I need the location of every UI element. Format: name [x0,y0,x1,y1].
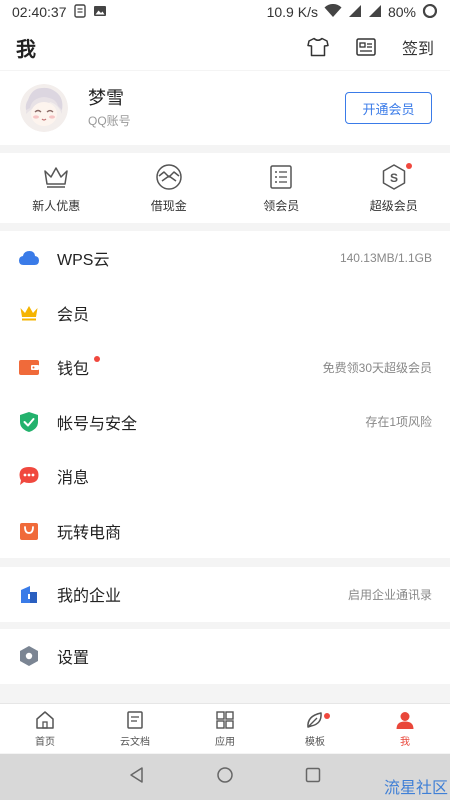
menu-item-value: 启用企业通讯录 [347,587,432,602]
status-time: 02:40:37 [12,4,67,20]
nav-item-label: 模板 [305,737,325,748]
quick-item-super-vip[interactable]: S 超级会员 [338,153,450,223]
chat-bubble-icon [18,465,40,487]
menu-item-label: 玩转电商 [57,524,122,542]
quick-item-get-vip[interactable]: 领会员 [225,153,338,223]
profile-card[interactable]: 梦雪 QQ账号 开通会员 [0,71,450,145]
menu-item-my-enterprise[interactable]: 我的企业 启用企业通讯录 [0,567,450,622]
quick-item-label: 领会员 [263,198,300,213]
quick-item-label: 借现金 [150,198,187,213]
battery-level: 80% [387,4,416,20]
wifi-icon [324,3,342,21]
menu-item-wps-cloud[interactable]: WPS云 140.13MB/1.1GB [0,231,450,286]
menu-item-label: 设置 [57,650,90,668]
menu-item-label: 会员 [57,306,90,324]
wallet-icon [18,356,40,378]
network-speed: 10.9 K/s [266,4,318,20]
system-nav-bar [0,754,450,800]
nav-item-label: 我 [400,737,410,748]
page-title: 我 [16,38,36,61]
recents-icon[interactable] [304,766,322,789]
quick-item-label: 新人优惠 [32,198,81,213]
menu-item-ecommerce[interactable]: 玩转电商 [0,504,450,559]
bottom-nav: 首页 云文档 应用 模板 我 [0,703,450,753]
menu-item-value: 存在1项风险 [365,415,432,430]
menu-item-vip[interactable]: 会员 [0,286,450,341]
nav-item-apps[interactable]: 应用 [180,704,270,753]
document-icon [124,709,146,731]
menu-item-value: 140.13MB/1.1GB [339,251,432,266]
skin-tshirt-icon[interactable] [306,35,330,59]
username: 梦雪 [88,88,124,108]
notification-dot [94,356,100,363]
menu-item-account-security[interactable]: 帐号与安全 存在1项风险 [0,395,450,450]
menu-item-wallet[interactable]: 钱包 免费领30天超级会员 [0,340,450,395]
checkin-button[interactable]: 签到 [402,35,434,59]
battery-icon [422,3,438,22]
home-circle-icon[interactable] [216,766,234,789]
menu-group-settings: 设置 [0,629,450,684]
quick-item-newcomer[interactable]: 新人优惠 [0,153,113,223]
notification-dot [324,713,330,719]
cloud-icon [18,247,40,269]
quick-item-cash[interactable]: 借现金 [113,153,226,223]
menu-item-label: 帐号与安全 [57,415,138,433]
menu-item-label: 消息 [57,470,90,488]
person-icon [394,709,416,731]
id-card-icon[interactable] [354,35,378,59]
nav-item-home[interactable]: 首页 [0,704,90,753]
cash-loan-icon [154,163,184,191]
signal-icon [348,4,362,21]
app-header: 我 签到 [0,24,450,70]
crown-icon [18,302,40,324]
document-icon [73,3,87,21]
nav-item-me[interactable]: 我 [360,704,450,753]
crown-outline-icon [41,163,71,191]
menu-group-main: WPS云 140.13MB/1.1GB 会员 钱包 免费领30天超级会员 帐号与… [0,231,450,558]
avatar[interactable] [20,84,68,132]
s-badge-icon: S [379,163,409,191]
back-icon[interactable] [128,766,146,789]
nav-item-label: 云文档 [120,737,150,748]
list-card-icon [266,163,296,191]
svg-text:S: S [390,171,398,185]
menu-item-label: 我的企业 [57,588,122,606]
quick-actions: 新人优惠 借现金 领会员 S 超级会员 [0,153,450,223]
nav-item-templates[interactable]: 模板 [270,704,360,753]
quick-item-label: 超级会员 [369,198,418,213]
status-bar: 02:40:37 10.9 K/s 80% [0,0,450,24]
shopping-bag-icon [18,520,40,542]
apps-grid-icon [214,709,236,731]
building-icon [18,583,40,605]
menu-item-value: 免费领30天超级会员 [322,360,432,375]
home-icon [34,709,56,731]
menu-group-enterprise: 我的企业 启用企业通讯录 [0,567,450,622]
open-vip-button[interactable]: 开通会员 [345,92,432,124]
menu-item-label-text: 钱包 [57,361,90,379]
settings-hex-icon [18,645,40,667]
menu-item-settings[interactable]: 设置 [0,629,450,684]
nav-item-cloud-docs[interactable]: 云文档 [90,704,180,753]
menu-item-label: WPS云 [57,252,110,270]
leaf-icon [304,709,326,731]
nav-item-label: 首页 [35,737,55,748]
shield-check-icon [18,411,40,433]
menu-item-messages[interactable]: 消息 [0,449,450,504]
account-type: QQ账号 [88,114,131,128]
nav-item-label: 应用 [215,737,235,748]
image-icon [93,4,107,21]
notification-dot [405,163,412,169]
menu-item-label: 钱包 [57,355,323,379]
signal-icon-2 [368,4,382,21]
watermark: 流星社区 [383,780,448,797]
